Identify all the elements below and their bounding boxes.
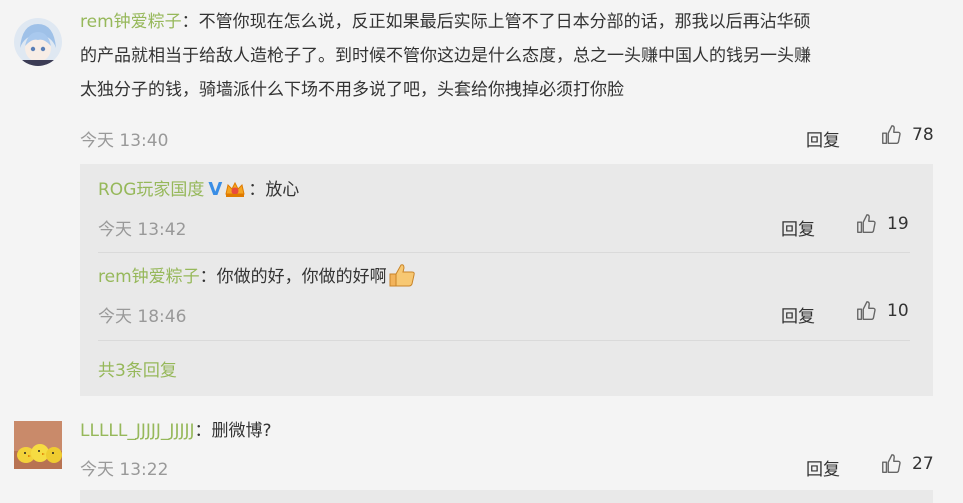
name-separator: ： (181, 12, 199, 32)
comment-line: 太独分子的钱，骑墙派什么下场不用多说了吧，头套给你拽掉必须打你脸 (80, 80, 624, 100)
reply-time: 今天 13:42 (98, 220, 187, 240)
anime-avatar-icon (14, 18, 62, 66)
reply-button[interactable]: 回复 (781, 215, 815, 240)
reply-button[interactable]: 回复 (806, 126, 840, 151)
thumbs-up-icon (882, 454, 901, 473)
comment-text: LLLLL_JJJJJ_JJJJJ：删微博? (80, 414, 272, 448)
divider (98, 252, 910, 253)
comment-username[interactable]: LLLLL_JJJJJ_JJJJJ (80, 421, 195, 441)
reply-username[interactable]: rem钟爱粽子 (98, 267, 200, 287)
sub-replies-panel (80, 490, 933, 503)
verified-badge-icon: V (208, 179, 223, 200)
comment-time: 今天 13:22 (80, 460, 169, 480)
comment-username[interactable]: rem钟爱粽子 (80, 12, 182, 32)
comment-time: 今天 13:40 (80, 131, 169, 151)
like-count: 10 (887, 301, 909, 321)
like-count: 19 (887, 214, 909, 234)
comment-line: 的产品就相当于给敌人造枪子了。到时候不管你这边是什么态度，总之一头赚中国人的钱另… (80, 46, 811, 66)
reply-button[interactable]: 回复 (806, 455, 840, 480)
like-count: 27 (912, 454, 934, 474)
divider (98, 340, 910, 341)
like-button[interactable]: 27 (880, 453, 934, 475)
vip-crown-icon (225, 181, 245, 197)
reply-time: 今天 18:46 (98, 307, 187, 327)
like-button[interactable]: 10 (855, 300, 909, 322)
reply-username[interactable]: ROG玩家国度 (98, 180, 204, 200)
comment-content: 删微博? (211, 421, 272, 441)
thumbs-up-icon (857, 214, 876, 233)
comment-text: rem钟爱粽子：不管你现在怎么说，反正如果最后实际上管不了日本分部的话，那我以后… (80, 5, 950, 107)
comment-line: 不管你现在怎么说，反正如果最后实际上管不了日本分部的话，那我以后再沾华硕 (198, 12, 811, 32)
user-avatar[interactable] (14, 18, 62, 66)
reply-content: 放心 (265, 180, 300, 200)
like-button[interactable]: 78 (880, 124, 934, 146)
user-avatar[interactable] (14, 421, 62, 469)
name-separator: ： (199, 267, 217, 287)
view-all-replies-link[interactable]: 共3条回复 (98, 356, 177, 381)
name-separator: ： (194, 421, 212, 441)
like-count: 78 (912, 125, 934, 145)
reply-button[interactable]: 回复 (781, 302, 815, 327)
yellow-chicks-avatar-icon (14, 421, 62, 469)
reply-text: ROG玩家国度 V ：放心 (98, 173, 299, 207)
thumbs-up-icon (882, 125, 901, 144)
thumbs-up-icon (857, 301, 876, 320)
comment-feed: rem钟爱粽子：不管你现在怎么说，反正如果最后实际上管不了日本分部的话，那我以后… (0, 0, 963, 503)
like-button[interactable]: 19 (855, 213, 909, 235)
name-separator: ： (248, 180, 266, 200)
thumbs-up-emoji-icon (389, 264, 415, 287)
reply-text: rem钟爱粽子：你做的好，你做的好啊 (98, 260, 417, 294)
reply-content: 你做的好，你做的好啊 (216, 267, 387, 287)
